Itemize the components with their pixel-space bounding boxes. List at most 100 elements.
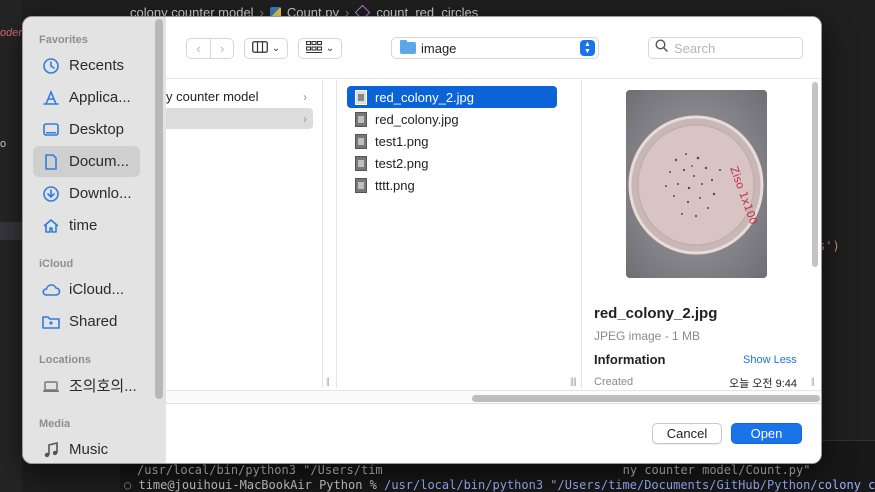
sidebar-item-music[interactable]: Music: [33, 434, 140, 463]
column-resize-handle[interactable]: ||: [323, 80, 337, 388]
horizontal-scroll-thumb[interactable]: [472, 395, 820, 402]
sidebar-item-label: Applica...: [69, 89, 131, 106]
document-icon: [41, 152, 61, 172]
sidebar-item-label: time: [69, 217, 98, 234]
resize-grip-icon[interactable]: ||: [573, 376, 577, 386]
open-button[interactable]: Open: [731, 423, 802, 444]
sidebar: Favorites Recents Applica... Desktop Doc…: [23, 17, 166, 463]
cancel-button[interactable]: Cancel: [652, 423, 722, 444]
chevron-down-icon: ⌄: [325, 43, 335, 54]
file-row[interactable]: test1.png: [347, 130, 557, 152]
sidebar-item-desktop[interactable]: Desktop: [33, 114, 140, 145]
chevron-right-icon: ›: [303, 89, 307, 104]
image-file-icon: [355, 133, 367, 149]
file-row[interactable]: tttt.png: [347, 174, 557, 196]
search-input[interactable]: [674, 40, 794, 56]
download-icon: [41, 184, 61, 204]
sidebar-item-label: 조의호의...: [69, 378, 137, 395]
columns-view-icon: [251, 40, 268, 58]
terminal-status-icon: ○: [124, 478, 132, 492]
open-file-dialog: Favorites Recents Applica... Desktop Doc…: [22, 16, 822, 464]
resize-grip-icon[interactable]: ||: [811, 376, 815, 386]
file-row[interactable]: red_colony_2.jpg: [347, 86, 557, 108]
sidebar-item-recents[interactable]: Recents: [33, 50, 140, 81]
explorer-fragment: oder: [0, 27, 23, 39]
desktop-icon: [41, 120, 61, 140]
file-row[interactable]: red_colony.jpg: [347, 108, 557, 130]
explorer-strip: oder o: [0, 0, 22, 492]
sidebar-item-shared[interactable]: Shared: [33, 306, 140, 337]
sidebar-item-label: Downlo...: [69, 185, 132, 202]
chevron-right-icon: ›: [303, 111, 307, 126]
updown-chevron-icon: ▲ ▼: [580, 40, 595, 56]
image-preview: Ziso 1x100: [626, 90, 767, 278]
column-files: red_colony_2.jpg red_colony.jpg test1.pn…: [337, 80, 582, 388]
folder-row-selected[interactable]: ›: [166, 108, 313, 129]
shared-folder-icon: [41, 312, 61, 332]
group-by-button[interactable]: ⌄: [298, 38, 342, 59]
sidebar-item-label: Desktop: [69, 121, 125, 138]
music-icon: [41, 440, 61, 460]
navigation-buttons: ‹ ›: [186, 38, 234, 59]
sidebar-item-icloud-drive[interactable]: iCloud...: [33, 274, 140, 305]
applications-icon: [41, 88, 61, 108]
file-name: red_colony_2.jpg: [375, 89, 475, 105]
file-name: tttt.png: [375, 177, 415, 193]
home-icon: [41, 216, 61, 236]
sidebar-item-label: Docum...: [69, 153, 130, 170]
created-value: 오늘 오전 9:44: [729, 378, 798, 390]
column-parent: y counter model › ›: [166, 80, 323, 388]
sidebar-item-macbook[interactable]: 조의호의...: [33, 370, 140, 401]
folder-row[interactable]: y counter model ›: [166, 86, 313, 107]
file-name: test1.png: [375, 133, 429, 149]
horizontal-scrollbar[interactable]: [166, 390, 821, 404]
sidebar-section-media: Media: [39, 418, 71, 430]
search-icon: [655, 39, 668, 57]
forward-button[interactable]: ›: [209, 39, 233, 58]
terminal-prompt-line: ○ time@jouihoui-MacBookAir Python % /usr…: [124, 478, 875, 492]
terminal-prompt: time@jouihoui-MacBookAir Python %: [138, 478, 385, 492]
image-file-icon: [355, 111, 367, 127]
sidebar-scrollbar[interactable]: [155, 19, 163, 399]
chevron-down-icon: ⌄: [271, 43, 281, 54]
sidebar-item-home[interactable]: time: [33, 210, 140, 241]
path-popup-label: image: [421, 40, 457, 56]
file-row[interactable]: test2.png: [347, 152, 557, 174]
sidebar-item-label: Shared: [69, 313, 118, 330]
clock-icon: [41, 56, 61, 76]
terminal-line: /usr/local/bin/python3 "/Users/tim ny cou…: [137, 463, 811, 477]
column-browser: y counter model › › || red_colony_2.jpg …: [166, 80, 821, 404]
toolbar: ‹ › ⌄ ⌄ image ▲ ▼: [166, 17, 821, 79]
image-file-icon: [355, 89, 367, 105]
preview-scrollbar[interactable]: [812, 82, 818, 267]
preview-filename: red_colony_2.jpg: [594, 305, 718, 322]
show-less-link[interactable]: Show Less: [743, 354, 797, 366]
sidebar-item-label: iCloud...: [69, 281, 125, 298]
sidebar-section-icloud: iCloud: [39, 258, 74, 270]
back-button[interactable]: ‹: [187, 39, 210, 58]
information-heading: Information: [594, 352, 666, 367]
sidebar-item-documents[interactable]: Docum...: [33, 146, 140, 177]
folder-icon: [400, 40, 416, 54]
sidebar-section-favorites: Favorites: [39, 34, 88, 46]
sidebar-item-applications[interactable]: Applica...: [33, 82, 140, 113]
sidebar-section-locations: Locations: [39, 354, 91, 366]
folder-row-label: y counter model: [166, 89, 259, 104]
sidebar-item-label: Recents: [69, 57, 125, 74]
preview-kind: JPEG image - 1 MB: [594, 329, 701, 343]
sidebar-item-downloads[interactable]: Downlo...: [33, 178, 140, 209]
laptop-icon: [41, 376, 61, 396]
file-name: red_colony.jpg: [375, 111, 459, 127]
terminal-command: /usr/local/bin/python3 "/Users/time/Docu…: [384, 478, 875, 492]
image-file-icon: [355, 177, 367, 193]
cloud-icon: [41, 280, 61, 300]
preview-pane: Ziso 1x100 red_colony_2.jpg JPEG image -…: [573, 80, 821, 390]
grid-view-icon: [305, 40, 322, 58]
sidebar-item-label: Music: [69, 441, 109, 458]
dialog-footer: Cancel Open: [166, 403, 821, 463]
explorer-selected-row: [0, 222, 22, 240]
search-field[interactable]: [648, 37, 803, 59]
view-mode-button[interactable]: ⌄: [244, 38, 288, 59]
created-label: Created: [594, 376, 634, 388]
path-popup[interactable]: image ▲ ▼: [391, 37, 599, 59]
